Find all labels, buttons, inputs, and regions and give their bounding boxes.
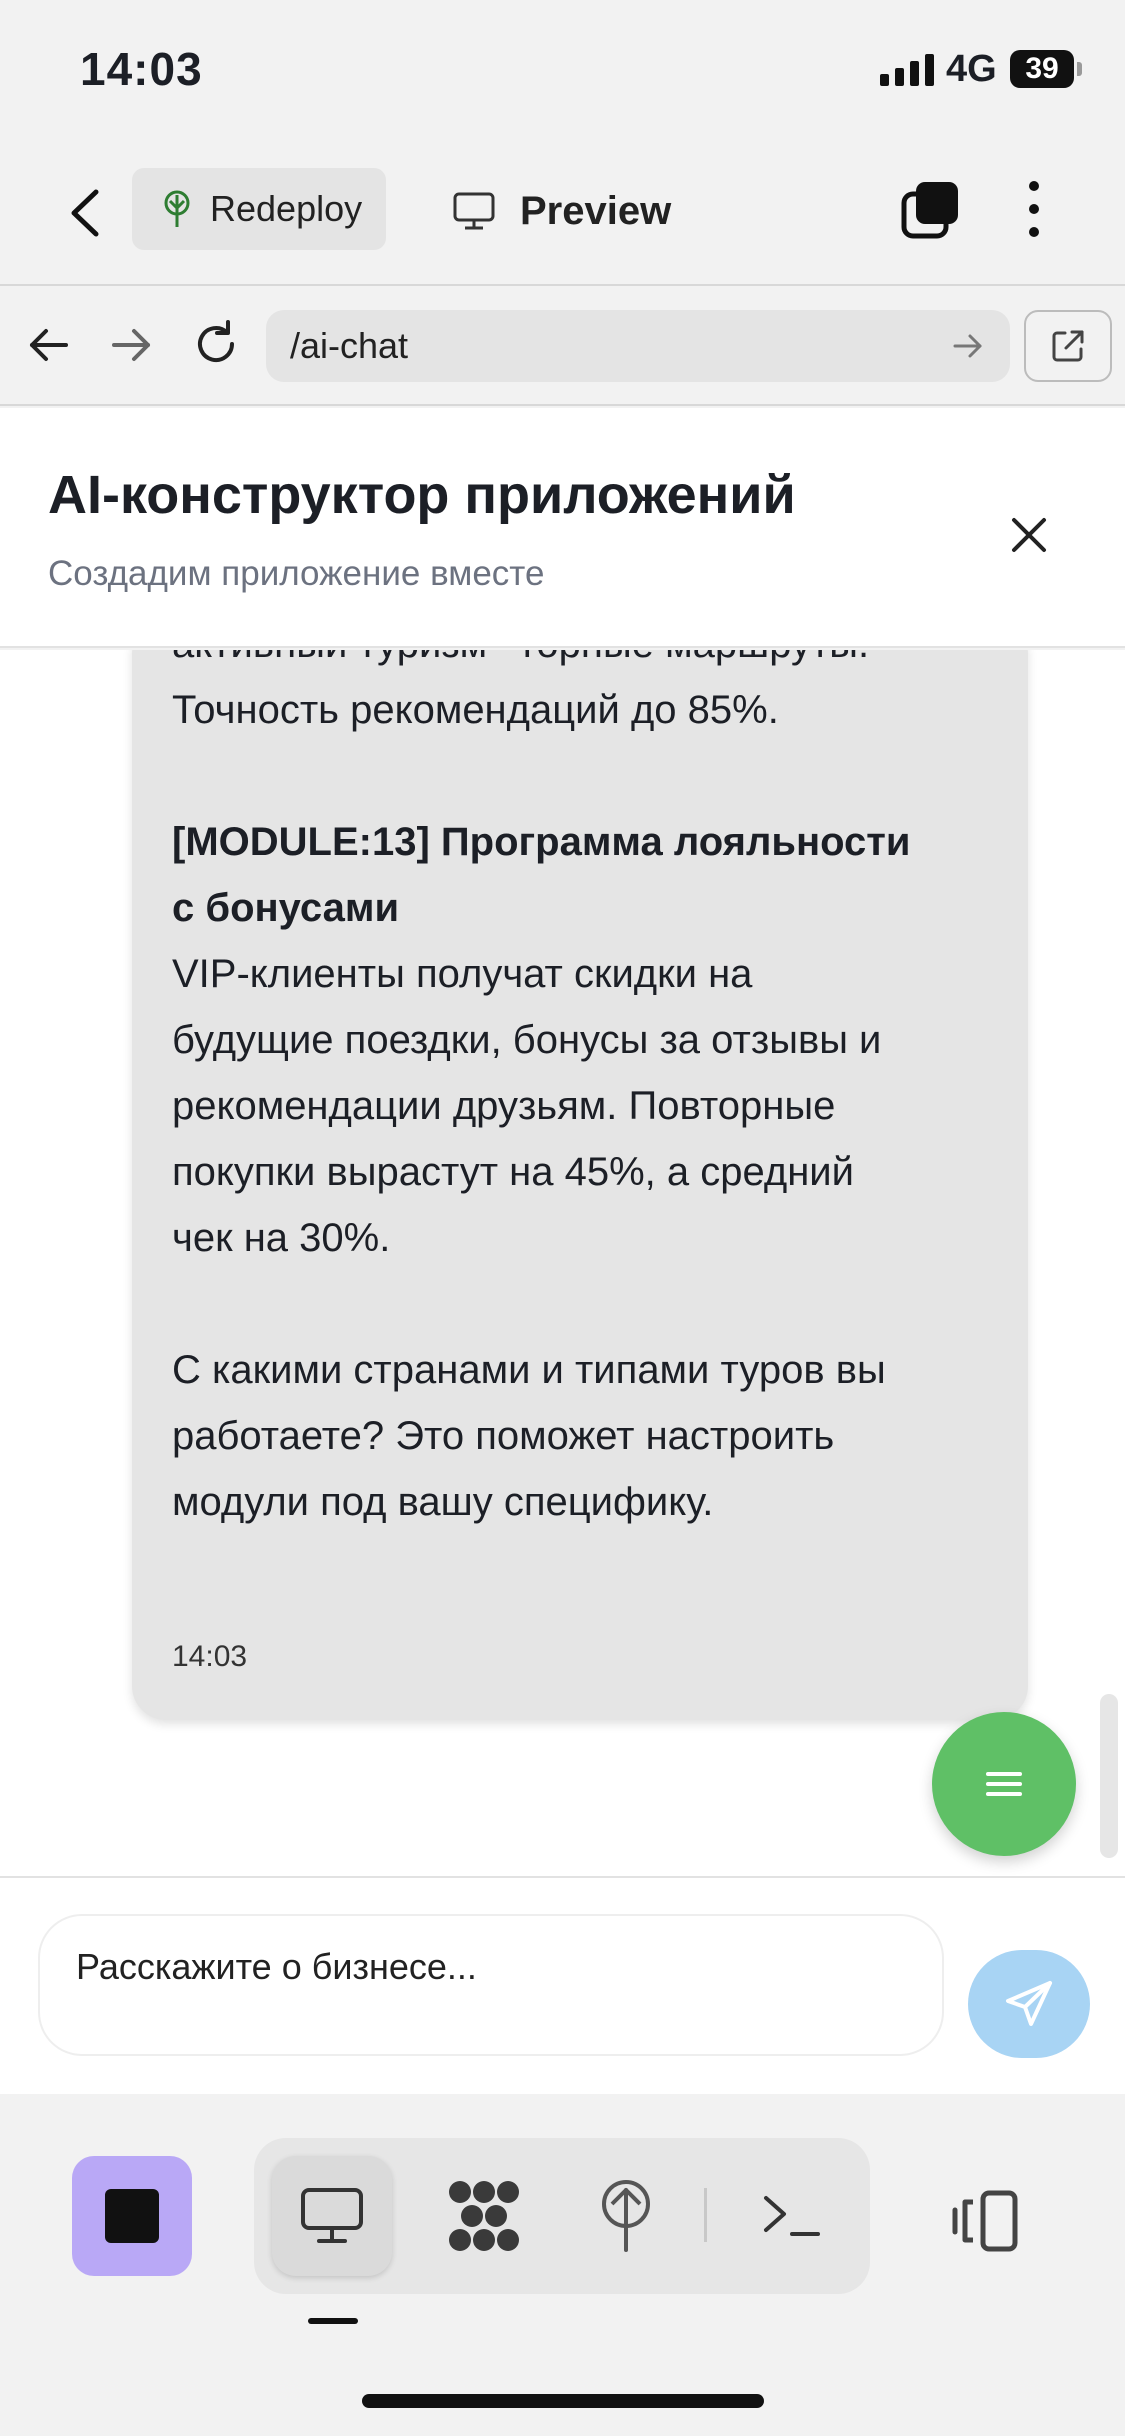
- stop-icon: [105, 2189, 159, 2243]
- status-time: 14:03: [80, 43, 203, 95]
- message-line: Точность рекомендаций до 85%.: [172, 688, 779, 732]
- menu-fab-button[interactable]: [932, 1712, 1076, 1856]
- active-tab-indicator: [308, 2318, 358, 2324]
- message-heading: [MODULE:13] Программа лояльности: [172, 820, 911, 864]
- battery-indicator: 39: [1010, 50, 1082, 88]
- browser-bar: /ai-chat: [0, 288, 1125, 406]
- message-line: модули под вашу специфику.: [172, 1480, 714, 1524]
- home-indicator: [362, 2394, 764, 2408]
- message-line: чек на 30%.: [172, 1216, 391, 1260]
- browser-back-button[interactable]: [26, 322, 72, 368]
- message-line: активный туризм - горные маршруты.: [172, 650, 869, 667]
- url-text: /ai-chat: [290, 325, 409, 366]
- windows-button[interactable]: [900, 180, 960, 240]
- signal-icon: [880, 54, 934, 86]
- redeploy-button[interactable]: Redeploy: [132, 168, 386, 250]
- chat-header: AI-конструктор приложений Создадим прило…: [0, 408, 1125, 648]
- arrow-right-icon: [953, 334, 982, 358]
- layout-icon: [952, 2190, 1018, 2252]
- apps-view-button[interactable]: [424, 2156, 544, 2276]
- arrow-left-icon: [30, 329, 68, 361]
- stop-button[interactable]: [72, 2156, 192, 2276]
- browser-forward-button[interactable]: [108, 322, 154, 368]
- message-list[interactable]: активный туризм - горные маршруты. Точно…: [0, 650, 1125, 1876]
- message-input[interactable]: Расскажите о бизнесе...: [38, 1914, 944, 2056]
- message-composer: Расскажите о бизнесе...: [0, 1876, 1125, 2094]
- message-heading: с бонусами: [172, 886, 400, 930]
- preview-label: Preview: [520, 188, 672, 233]
- windows-icon: [901, 182, 958, 239]
- view-switcher: [254, 2138, 870, 2294]
- back-button[interactable]: [58, 180, 116, 246]
- external-link-icon: [1052, 330, 1084, 362]
- app-top-bar: Redeploy Preview: [0, 140, 1125, 286]
- message-line: рекомендации друзьям. Повторные: [172, 1084, 836, 1128]
- network-label: 4G: [946, 48, 997, 90]
- message-line: С какими странами и типами туров вы: [172, 1348, 886, 1392]
- segment-divider: [704, 2188, 707, 2242]
- monitor-icon: [453, 192, 495, 230]
- monitor-icon: [301, 2188, 363, 2243]
- terminal-icon: [764, 2196, 820, 2236]
- deploy-view-button[interactable]: [566, 2156, 686, 2276]
- assistant-message-bubble: активный туризм - горные маршруты. Точно…: [132, 650, 1028, 1720]
- message-line: работаете? Это поможет настроить: [172, 1414, 835, 1458]
- chat-title: AI-конструктор приложений: [48, 465, 796, 525]
- more-vertical-icon: [1029, 181, 1039, 237]
- preview-view-button[interactable]: [272, 2156, 392, 2276]
- message-line: будущие поездки, бонусы за отзывы и: [172, 1018, 882, 1062]
- preview-tab[interactable]: Preview: [452, 178, 671, 244]
- open-external-button[interactable]: [1024, 310, 1112, 382]
- url-field[interactable]: /ai-chat: [266, 310, 1010, 382]
- message-line: покупки вырастут на 45%, а средний: [172, 1150, 854, 1194]
- message-input-placeholder: Расскажите о бизнесе...: [76, 1946, 477, 1987]
- bottom-toolbar: [0, 2094, 1125, 2436]
- status-bar: 14:03 4G 39: [0, 0, 1125, 140]
- chat-subtitle: Создадим приложение вместе: [48, 554, 545, 593]
- tree-icon: [164, 190, 190, 227]
- close-icon: [1012, 518, 1046, 552]
- message-timestamp: 14:03: [172, 1640, 248, 1673]
- more-menu-button[interactable]: [1016, 176, 1052, 242]
- message-line: VIP-клиенты получат скидки на: [172, 952, 753, 996]
- back-chevron-icon: [71, 189, 99, 237]
- close-chat-button[interactable]: [1002, 508, 1056, 562]
- url-go-button[interactable]: [950, 328, 986, 364]
- reload-icon: [198, 320, 234, 362]
- send-icon: [1006, 1981, 1052, 2026]
- deploy-icon: [602, 2180, 650, 2252]
- redeploy-label: Redeploy: [210, 188, 363, 229]
- apps-icon: [449, 2181, 519, 2251]
- menu-icon: [986, 1772, 1022, 1796]
- reload-button[interactable]: [190, 318, 242, 370]
- arrow-right-icon: [112, 329, 150, 361]
- terminal-view-button[interactable]: [732, 2156, 852, 2276]
- scrollbar-thumb[interactable]: [1100, 1694, 1118, 1858]
- layout-toggle-button[interactable]: [940, 2176, 1030, 2266]
- send-button[interactable]: [968, 1950, 1090, 2058]
